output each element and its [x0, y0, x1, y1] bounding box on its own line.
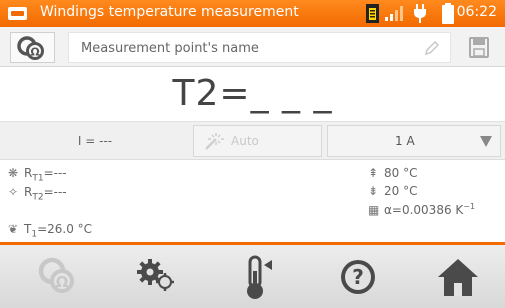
signal-icon	[385, 6, 403, 21]
t1-readout: ❦ T1=26.0 °C	[8, 222, 92, 239]
thermometer-icon	[247, 255, 272, 299]
cold-winding-icon: ✧	[8, 185, 19, 199]
battery-icon	[442, 3, 454, 24]
alpha-exponent: −1	[463, 202, 476, 211]
hot-winding-icon: ❋	[8, 166, 19, 180]
power-plug-icon	[414, 4, 426, 23]
rt1-value: =---	[43, 166, 67, 180]
save-button[interactable]	[462, 32, 496, 63]
temp-low-icon: ⇟	[368, 184, 379, 198]
current-range-value: 1 A	[395, 134, 415, 148]
current-readout: I = ---	[77, 134, 113, 148]
clock: 06:22	[456, 4, 497, 20]
control-row: I = --- Auto 1 A	[0, 122, 505, 160]
svg-text:Ω: Ω	[56, 273, 69, 291]
alpha-readout: ▦ α=0.00386 K−1	[368, 202, 475, 217]
auto-label: Auto	[231, 134, 259, 148]
help-button[interactable]: ?	[332, 251, 384, 303]
probe-icon: Ω	[17, 36, 44, 60]
name-placeholder: Measurement point's name	[81, 41, 259, 56]
temp-high-readout: ⇞ 80 °C	[368, 166, 417, 180]
auto-mode-icon	[205, 133, 224, 150]
rt1-readout: ❋ RT1=---	[8, 166, 67, 183]
measurement-point-name-input[interactable]: Measurement point's name	[68, 32, 451, 63]
home-button[interactable]	[432, 251, 484, 303]
temperature-button[interactable]	[230, 251, 282, 303]
settings-button[interactable]	[130, 251, 182, 303]
t2-label: T	[172, 73, 196, 114]
calculator-icon: ▦	[368, 203, 380, 217]
name-row: Ω Measurement point's name	[0, 27, 505, 67]
t1-value: =26.0 °C	[37, 222, 93, 236]
help-icon: ?	[341, 260, 375, 294]
title-bar: Windings temperature measurement 06:22	[0, 0, 505, 27]
probe-icon: Ω	[38, 257, 74, 293]
sd-card-icon	[366, 4, 379, 23]
alpha-value: α=0.00386 K	[384, 203, 464, 217]
result-panel: T2=_ _ _	[0, 67, 505, 122]
t2-value: =_ _ _	[219, 73, 333, 114]
home-icon	[438, 259, 478, 296]
current-range-dropdown[interactable]: 1 A	[327, 125, 501, 157]
settings-icon	[137, 259, 174, 291]
pencil-icon	[424, 40, 440, 56]
t2-result: T2=_ _ _	[0, 73, 505, 114]
temp-high-value: 80 °C	[384, 166, 418, 180]
svg-text:Ω: Ω	[30, 46, 40, 59]
window-title: Windings temperature measurement	[40, 4, 299, 20]
info-panel: ❋ RT1=--- ✧ RT2=--- ❦ T1=26.0 °C ⇞ 80 °C ⇟ 20…	[0, 160, 505, 242]
floppy-disk-icon	[469, 37, 489, 58]
coil-icon: ❦	[8, 222, 19, 236]
rt2-value: =---	[43, 185, 67, 199]
rt2-subscript: T2	[32, 192, 44, 203]
app-icon	[8, 7, 27, 20]
t2-subscript: 2	[195, 73, 220, 114]
probe-button[interactable]: Ω	[30, 251, 82, 303]
rt1-subscript: T1	[32, 173, 44, 184]
svg-text:?: ?	[352, 265, 364, 289]
chevron-down-icon	[480, 136, 492, 147]
auto-button[interactable]: Auto	[193, 125, 322, 157]
rt2-readout: ✧ RT2=---	[8, 185, 67, 202]
temp-high-icon: ⇞	[368, 166, 379, 180]
probe-select-button[interactable]: Ω	[10, 32, 55, 63]
temp-low-value: 20 °C	[384, 184, 418, 198]
bottom-toolbar: Ω ?	[0, 245, 505, 308]
temp-low-readout: ⇟ 20 °C	[368, 184, 417, 198]
